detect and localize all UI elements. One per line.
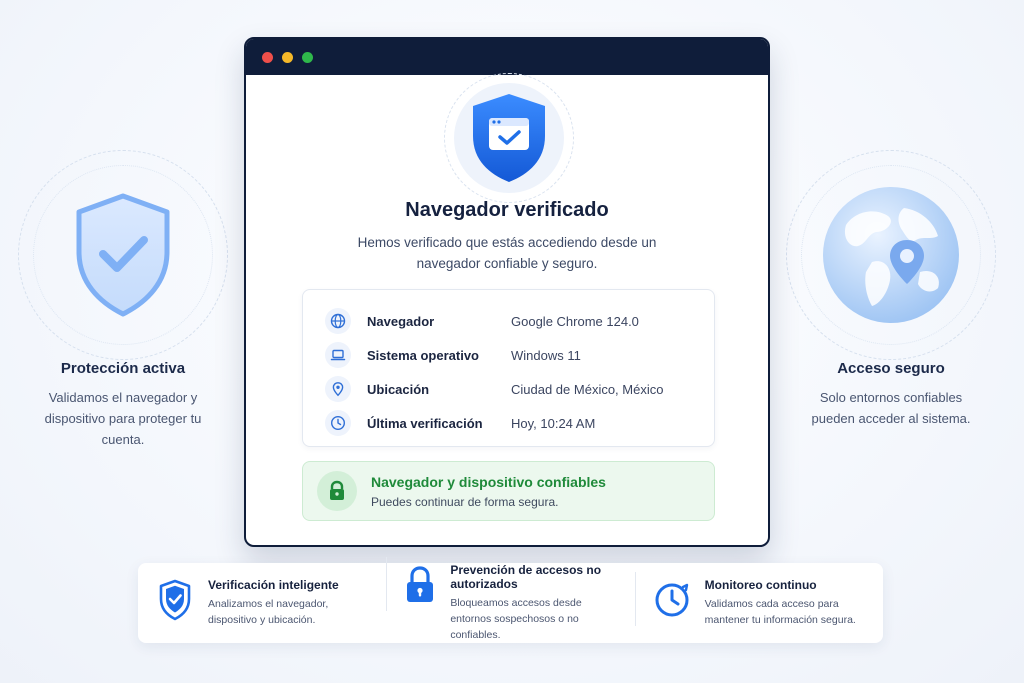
feature-description: Analizamos el navegador, dispositivo y u…: [208, 598, 329, 626]
shield-check-icon: [156, 578, 194, 622]
features-bar: Verificación inteligente Analizamos el n…: [138, 557, 883, 643]
maximize-window-dot[interactable]: [302, 51, 313, 63]
hero-icon-badge: [444, 73, 574, 203]
trusted-status-banner: Navegador y dispositivo confiables Puede…: [302, 461, 715, 521]
lock-icon: [404, 563, 436, 607]
right-panel-title: Acceso seguro: [837, 360, 945, 377]
feature-title: Verificación inteligente: [208, 578, 339, 592]
clock-icon: [325, 410, 351, 436]
info-value: Hoy, 10:24 AM: [511, 415, 596, 431]
info-row-os: Sistema operativo Windows 11: [303, 338, 714, 372]
status-title: Navegador y dispositivo confiables: [371, 473, 606, 490]
feature-description: Bloqueamos accesos desde entornos sospec…: [450, 597, 582, 641]
feature-title: Prevención de accesos no autorizados: [450, 563, 602, 591]
info-value: Windows 11: [511, 347, 581, 363]
clock-icon: [653, 578, 691, 622]
left-panel-title: Protección activa: [60, 360, 186, 377]
info-label: Navegador: [367, 313, 435, 329]
lock-icon: [317, 471, 357, 511]
feature-continuous-monitoring: Monitoreo continuo Validamos cada acceso…: [634, 572, 883, 628]
feature-description: Validamos cada acceso para mantener tu i…: [704, 598, 856, 626]
feature-title: Monitoreo continuo: [704, 578, 817, 592]
left-panel-description: Validamos el navegador y dispositivo par…: [44, 390, 202, 447]
laptop-icon: [325, 342, 351, 368]
feature-smart-verification: Verificación inteligente Analizamos el n…: [138, 578, 386, 628]
info-value: Ciudad de México, México: [511, 381, 664, 397]
verification-details-card: Navegador Google Chrome 124.0 Sistema op…: [302, 289, 715, 447]
info-label: Ubicación: [367, 381, 430, 397]
info-value: Google Chrome 124.0: [511, 313, 639, 329]
status-subtitle: Puedes continuar de forma segura.: [371, 494, 559, 509]
window-titlebar: [246, 39, 768, 75]
shield-browser-check-icon: [473, 94, 545, 182]
page-title: Navegador verificado: [405, 199, 609, 221]
globe-icon: [325, 308, 351, 334]
info-row-browser: Navegador Google Chrome 124.0: [303, 304, 714, 338]
browser-window: Navegador verificado Hemos verificado qu…: [244, 37, 770, 547]
right-feature-panel: Acceso seguro Solo entornos confiables p…: [776, 150, 1006, 429]
minimize-window-dot[interactable]: [282, 51, 293, 63]
right-panel-description: Solo entornos confiables pueden acceder …: [811, 390, 971, 426]
right-icon-ring: [786, 150, 996, 360]
location-pin-icon: [325, 376, 351, 402]
globe-location-icon: [823, 187, 959, 323]
close-window-dot[interactable]: [262, 51, 273, 63]
left-icon-ring: [18, 150, 228, 360]
info-row-location: Ubicación Ciudad de México, México: [303, 372, 714, 406]
shield-check-icon: [76, 193, 170, 317]
info-label: Última verificación: [367, 415, 483, 431]
page-subtitle: Hemos verificado que estás accediendo de…: [357, 235, 657, 271]
info-row-last-check: Última verificación Hoy, 10:24 AM: [303, 406, 714, 440]
feature-unauthorized-prevention: Prevención de accesos no autorizados Blo…: [386, 557, 634, 643]
info-label: Sistema operativo: [367, 347, 479, 363]
left-feature-panel: Protección activa Validamos el navegador…: [8, 150, 238, 450]
